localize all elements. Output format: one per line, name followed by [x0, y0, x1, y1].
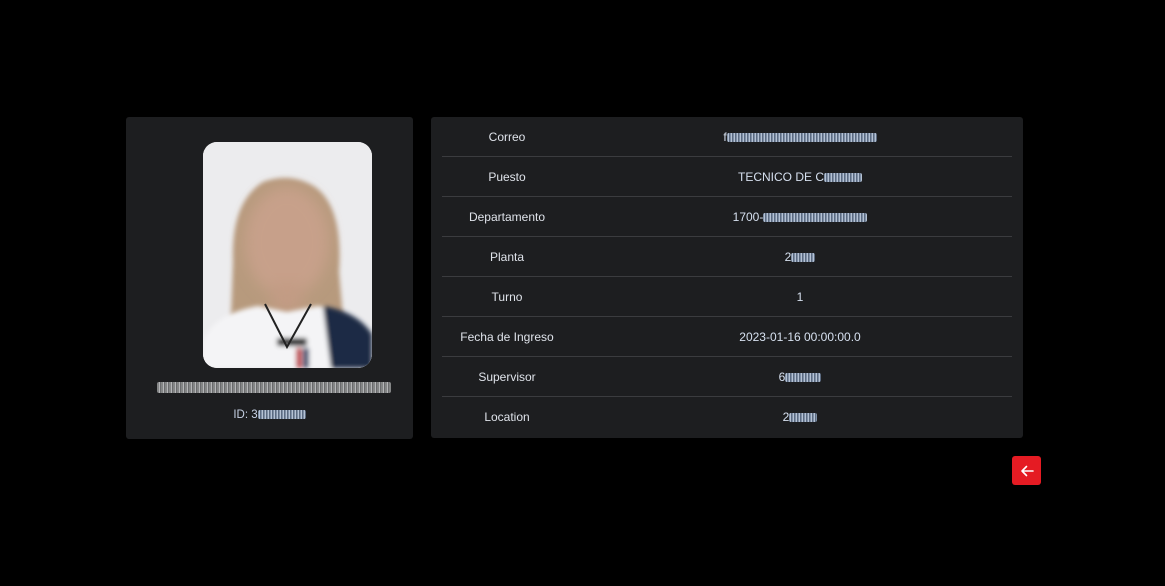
detail-value: 1700-	[655, 197, 945, 237]
profile-card: ID: 3	[126, 117, 413, 439]
detail-label: Planta	[489, 250, 525, 264]
detail-row-fecha-ingreso: Fecha de Ingreso 2023-01-16 00:00:00.0	[442, 317, 1012, 357]
detail-label: Turno	[491, 290, 523, 304]
detail-value: 2023-01-16 00:00:00.0	[739, 330, 861, 344]
detail-row-turno: Turno 1	[442, 277, 1012, 317]
detail-row-planta: Planta 2	[442, 237, 1012, 277]
detail-row-location: Location 2	[442, 397, 1012, 437]
detail-label: Correo	[488, 130, 526, 144]
employee-name	[157, 382, 391, 393]
detail-value: 6	[655, 357, 945, 397]
detail-value: 2	[655, 397, 945, 437]
back-button[interactable]	[1012, 456, 1041, 485]
detail-row-supervisor: Supervisor 6	[442, 357, 1012, 397]
detail-label: Fecha de Ingreso	[460, 330, 554, 344]
detail-label: Location	[484, 410, 530, 424]
employee-id-text: ID: 3	[233, 409, 258, 421]
detail-value: f	[655, 117, 945, 157]
employee-id: ID: 3	[126, 409, 413, 421]
detail-row-departamento: Departamento 1700-	[442, 197, 1012, 237]
detail-value: 1	[796, 290, 804, 304]
profile-photo	[203, 142, 372, 368]
arrow-left-icon	[1020, 465, 1034, 476]
details-card: Correo f Puesto TECNICO DE C Departament…	[431, 117, 1023, 438]
detail-row-puesto: Puesto TECNICO DE C	[442, 157, 1012, 197]
detail-label: Departamento	[468, 210, 546, 224]
detail-value: TECNICO DE C	[655, 157, 945, 197]
redacted-id	[257, 410, 306, 420]
detail-value: 2	[655, 237, 945, 277]
detail-label: Supervisor	[478, 370, 536, 384]
detail-label: Puesto	[488, 170, 526, 184]
detail-row-correo: Correo f	[442, 117, 1012, 157]
